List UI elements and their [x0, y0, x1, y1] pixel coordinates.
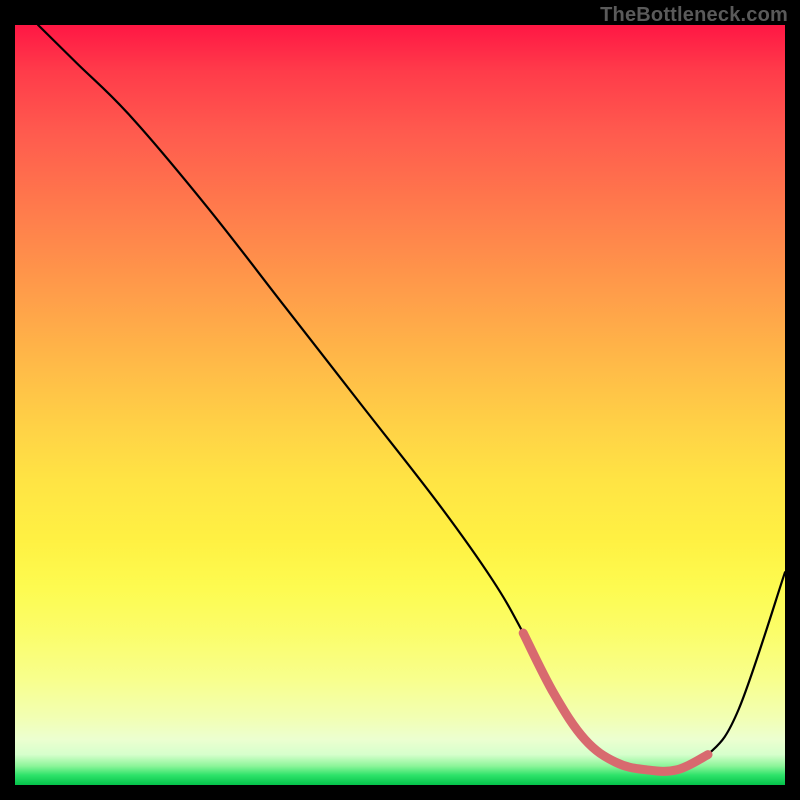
- bottleneck-curve: [38, 25, 785, 771]
- chart-frame: TheBottleneck.com: [0, 0, 800, 800]
- watermark-text: TheBottleneck.com: [600, 4, 788, 27]
- highlight-segment: [523, 633, 708, 771]
- curve-svg: [15, 25, 785, 785]
- plot-area: [15, 25, 785, 785]
